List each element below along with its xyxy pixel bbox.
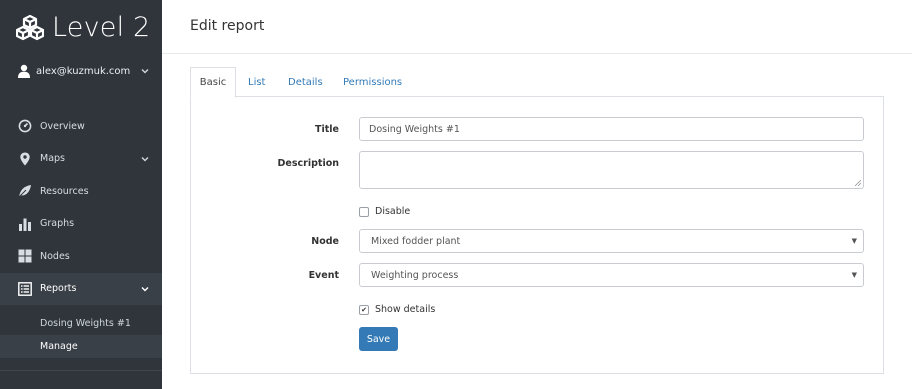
description-textarea[interactable]: [359, 151, 864, 189]
show-details-checkbox-row[interactable]: ✔ Show details: [359, 304, 435, 315]
grid-icon: [18, 249, 32, 263]
tab-label: Basic: [199, 77, 227, 88]
brand[interactable]: Level 2: [16, 11, 151, 43]
chevron-down-icon: [141, 286, 149, 292]
leaf-icon: [18, 185, 31, 198]
caret-down-icon: ▼: [851, 271, 857, 279]
tab-label: List: [248, 76, 266, 88]
sidebar-item-reports[interactable]: Reports: [0, 272, 162, 305]
list-icon: [18, 281, 32, 296]
page-header: Edit report: [162, 0, 912, 54]
subnav-item-manage[interactable]: Manage: [0, 335, 162, 358]
edit-report-content: Basic List Details Permissions Title Dos…: [190, 67, 884, 374]
subnav-item-dosing-weights[interactable]: Dosing Weights #1: [0, 312, 162, 335]
sidebar-item-label: Reports: [40, 283, 77, 295]
tab-label: Details: [288, 76, 323, 88]
user-icon: [18, 64, 30, 78]
title-label: Title: [315, 124, 339, 135]
cubes-logo-icon: [16, 14, 44, 41]
disable-checkbox[interactable]: [359, 206, 369, 217]
title-input-value: Dosing Weights #1: [369, 123, 460, 135]
reports-subnav: Dosing Weights #1 Manage: [0, 312, 162, 358]
chevron-down-icon: [141, 156, 149, 162]
sidebar: Level 2 alex@kuzmuk.com Overview Maps Re…: [0, 0, 162, 389]
event-select-value: Weighting process: [371, 269, 459, 281]
sidebar-item-overview[interactable]: Overview: [0, 110, 162, 143]
page-title: Edit report: [190, 18, 265, 34]
user-menu[interactable]: alex@kuzmuk.com: [18, 62, 150, 80]
title-input[interactable]: Dosing Weights #1: [359, 117, 864, 141]
tab-permissions[interactable]: Permissions: [333, 67, 412, 97]
description-label: Description: [277, 158, 339, 169]
bar-chart-icon: [19, 218, 31, 231]
sidebar-item-maps[interactable]: Maps: [0, 143, 162, 176]
sidebar-item-label: Nodes: [40, 250, 70, 262]
show-details-checkbox[interactable]: ✔: [359, 304, 369, 315]
tab-basic[interactable]: Basic: [190, 67, 236, 98]
caret-down-icon: ▼: [851, 237, 857, 245]
sidebar-item-resources[interactable]: Resources: [0, 175, 162, 208]
sidebar-item-nodes[interactable]: Nodes: [0, 240, 162, 273]
basic-tab-panel: Title Dosing Weights #1 Description Disa…: [190, 96, 884, 374]
show-details-checkbox-label: Show details: [375, 304, 436, 315]
node-select-value: Mixed fodder plant: [371, 235, 461, 247]
subnav-item-label: Manage: [40, 341, 78, 352]
tab-bar: Basic List Details Permissions: [190, 67, 884, 98]
node-label: Node: [311, 236, 339, 247]
save-button[interactable]: Save: [359, 327, 398, 351]
map-marker-icon: [20, 152, 30, 166]
event-label: Event: [308, 270, 339, 281]
disable-checkbox-label: Disable: [375, 206, 411, 217]
sidebar-item-label: Overview: [40, 120, 85, 132]
sidebar-item-label: Maps: [40, 153, 65, 165]
tab-list[interactable]: List: [238, 67, 275, 97]
sidebar-divider: [0, 370, 162, 371]
sidebar-item-graphs[interactable]: Graphs: [0, 208, 162, 241]
subnav-item-label: Dosing Weights #1: [40, 318, 131, 329]
save-button-label: Save: [366, 333, 391, 345]
brand-name: Level 2: [52, 11, 151, 43]
sidebar-item-label: Resources: [40, 185, 89, 197]
dashboard-icon: [18, 119, 32, 133]
resize-handle-icon[interactable]: [855, 180, 861, 186]
sidebar-nav: Overview Maps Resources Graphs Nodes Rep…: [0, 110, 162, 305]
node-select[interactable]: Mixed fodder plant ▼: [359, 229, 864, 253]
sidebar-item-label: Graphs: [40, 218, 75, 230]
user-email: alex@kuzmuk.com: [36, 65, 131, 77]
event-select[interactable]: Weighting process ▼: [359, 263, 864, 287]
disable-checkbox-row[interactable]: Disable: [359, 206, 410, 217]
tab-label: Permissions: [343, 76, 403, 88]
tab-details[interactable]: Details: [278, 67, 333, 97]
chevron-down-icon: [141, 69, 149, 74]
